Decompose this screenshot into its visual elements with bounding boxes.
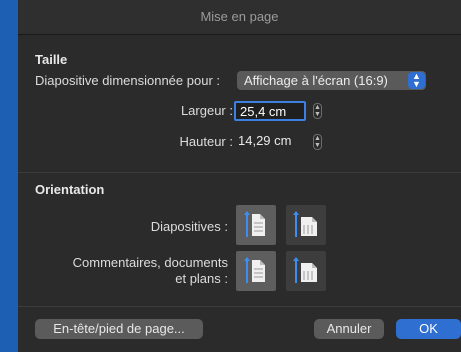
notes-label-line2: et plans : bbox=[175, 271, 228, 286]
slide-size-value: Affichage à l'écran (16:9) bbox=[244, 73, 388, 88]
size-section-title: Taille bbox=[35, 52, 68, 67]
notes-orientation-label: Commentaires, documents et plans : bbox=[48, 255, 228, 287]
portrait-orientation-icon bbox=[244, 257, 265, 283]
height-stepper[interactable]: ▲ ▼ bbox=[313, 134, 322, 150]
ok-button[interactable]: OK bbox=[396, 319, 461, 339]
height-field[interactable]: 14,29 cm bbox=[234, 132, 306, 152]
header-footer-button[interactable]: En-tête/pied de page... bbox=[35, 319, 203, 339]
width-label: Largeur : bbox=[180, 103, 233, 118]
slides-landscape-button[interactable] bbox=[286, 205, 326, 245]
notes-label-line1: Commentaires, documents bbox=[72, 255, 228, 270]
width-stepper[interactable]: ▲ ▼ bbox=[313, 103, 322, 119]
footer-divider bbox=[18, 306, 461, 307]
section-divider bbox=[18, 172, 461, 173]
page-setup-dialog: Mise en page Taille Diapositive dimensio… bbox=[18, 0, 461, 352]
slides-portrait-button[interactable] bbox=[236, 205, 276, 245]
window-title: Mise en page bbox=[18, 0, 461, 35]
orientation-section-title: Orientation bbox=[35, 182, 105, 197]
slide-size-label: Diapositive dimensionnée pour : bbox=[35, 73, 220, 88]
notes-portrait-button[interactable] bbox=[236, 251, 276, 291]
notes-landscape-button[interactable] bbox=[286, 251, 326, 291]
height-label: Hauteur : bbox=[179, 134, 233, 149]
landscape-orientation-icon bbox=[293, 211, 317, 237]
cancel-button[interactable]: Annuler bbox=[314, 319, 384, 339]
width-field[interactable]: 25,4 cm bbox=[234, 101, 306, 121]
slide-size-popup[interactable]: Affichage à l'écran (16:9) ▲ ▼ bbox=[237, 71, 426, 90]
popup-arrows-icon: ▲ ▼ bbox=[408, 72, 425, 89]
portrait-orientation-icon bbox=[244, 211, 265, 237]
landscape-orientation-icon bbox=[293, 257, 317, 283]
slides-orientation-label: Diapositives : bbox=[150, 219, 228, 234]
